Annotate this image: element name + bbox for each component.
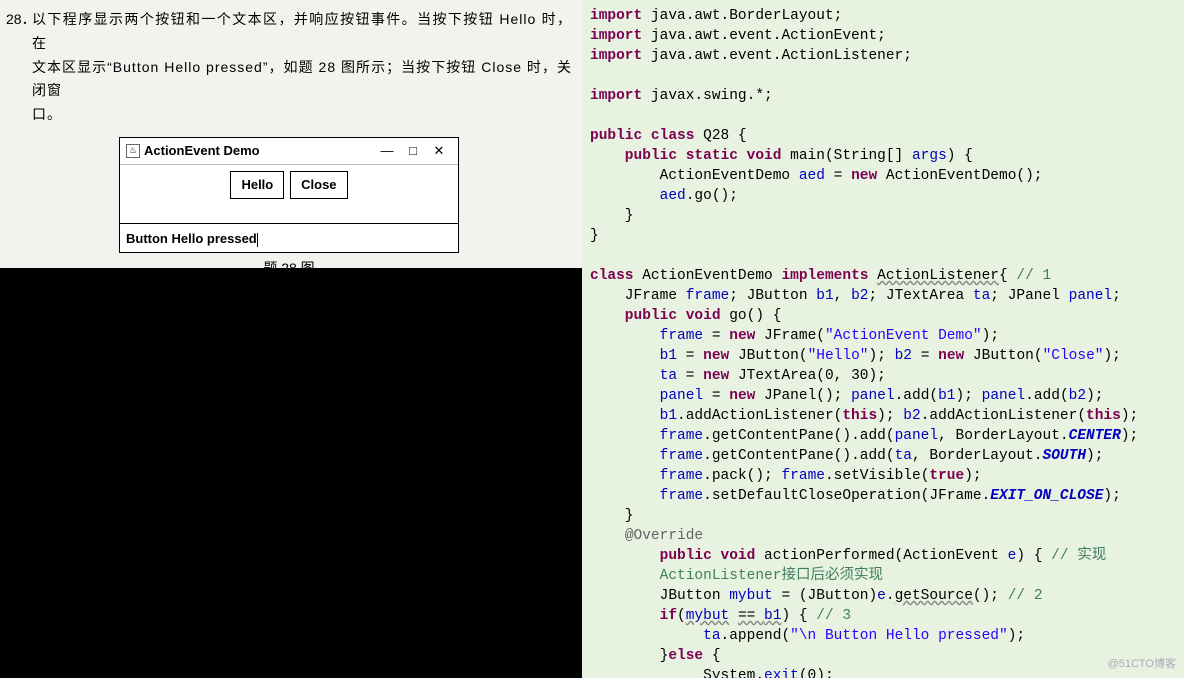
hello-button[interactable]: Hello <box>230 171 284 199</box>
problem-text: 28． 以下程序显示两个按钮和一个文本区，并响应按钮事件。当按下按钮 Hello… <box>0 0 582 268</box>
problem-number: 28． <box>6 8 32 56</box>
text-cursor <box>257 233 258 247</box>
minimize-button[interactable]: — <box>374 140 400 162</box>
code-block: import java.awt.BorderLayout; import jav… <box>582 0 1184 678</box>
button-panel: Hello Close <box>120 165 458 223</box>
titlebar: ♨ ActionEvent Demo — □ ✕ <box>120 138 458 165</box>
demo-window: ♨ ActionEvent Demo — □ ✕ Hello Close But… <box>119 137 459 253</box>
problem-line3: 口。 <box>32 103 572 127</box>
text-area-content: Button Hello pressed <box>126 231 257 246</box>
close-window-button[interactable]: ✕ <box>426 140 452 162</box>
java-icon: ♨ <box>126 144 140 158</box>
black-region <box>0 268 582 678</box>
maximize-button[interactable]: □ <box>400 140 426 162</box>
window-title: ActionEvent Demo <box>144 140 374 162</box>
problem-line1: 以下程序显示两个按钮和一个文本区，并响应按钮事件。当按下按钮 Hello 时，在 <box>32 8 572 56</box>
watermark: @51CTO博客 <box>1108 654 1176 674</box>
problem-line2: 文本区显示“Button Hello pressed”，如题 28 图所示；当按… <box>32 56 572 104</box>
close-button[interactable]: Close <box>290 171 347 199</box>
text-area[interactable]: Button Hello pressed <box>120 223 458 252</box>
